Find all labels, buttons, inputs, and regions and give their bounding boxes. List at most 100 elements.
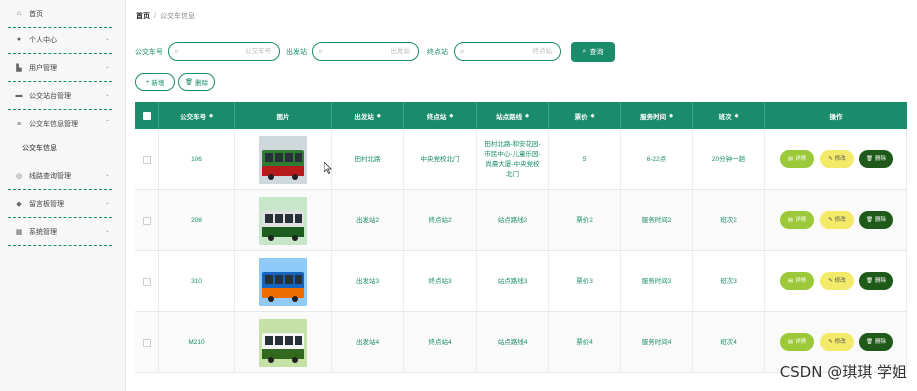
edit-button[interactable]: ✎ 修改 <box>820 150 854 168</box>
user-icon: ● <box>16 36 22 43</box>
select-all-checkbox[interactable] <box>142 111 151 120</box>
detail-button-label: 详情 <box>795 278 807 284</box>
breadcrumb-separator: / <box>154 13 156 20</box>
sort-icon: ◆ <box>376 112 381 119</box>
sort-icon: ◆ <box>590 112 595 119</box>
header-start[interactable]: 出发站 ◆ <box>332 102 404 129</box>
bus-image-cell <box>235 129 332 190</box>
settings-icon: ▦ <box>15 228 23 236</box>
sidebar-item-route-query[interactable]: ◎ 线路查询管理 ⌄ <box>8 162 112 190</box>
cell-start: 出发站4 <box>332 312 404 373</box>
search-bar: 公交车号 ⌕ 公交车号 出发站 ⌕ 出发站 终点站 ⌕ 终点站 ⌕ 查询 <box>126 41 917 63</box>
header-label: 出发站 <box>354 113 374 121</box>
detail-button-label: 详情 <box>795 217 807 223</box>
edit-button[interactable]: ✎ 修改 <box>820 272 854 290</box>
topbar: 首页 / 公交车信息 <box>126 0 917 30</box>
edit-icon: ✎ <box>828 339 833 345</box>
table-header: 公交车号 ◆ 图片 出发站 ◆ 终点站 ◆ 站点路线 ◆ 票价 ◆ 服务时间 ◆ 班次 ◆ 操… <box>135 102 907 129</box>
bus-image-cell <box>235 312 332 373</box>
add-button-label: 新增 <box>151 80 165 87</box>
cell-start: 出发站3 <box>332 251 404 312</box>
bus-number-placeholder: 公交车号 <box>245 48 271 55</box>
sidebar-item-messages[interactable]: ◆ 留言板管理 ⌄ <box>8 190 112 218</box>
header-shift[interactable]: 班次 ◆ <box>693 102 765 129</box>
detail-icon: ▤ <box>787 339 794 345</box>
sidebar-item-system[interactable]: ▦ 系统管理 ⌄ <box>8 218 112 246</box>
sidebar-item-label: 首页 <box>29 10 43 18</box>
search-button[interactable]: ⌕ 查询 <box>571 42 615 62</box>
cell-fare: 5 <box>549 129 621 190</box>
trash-icon: 🗑 <box>184 79 194 86</box>
header-fare[interactable]: 票价 ◆ <box>549 102 621 129</box>
sidebar-item-label: 留言板管理 <box>29 200 64 208</box>
batch-delete-button[interactable]: 🗑 删除 <box>178 73 215 91</box>
header-label: 公交车号 <box>180 113 207 121</box>
bus-image-cell <box>235 190 332 251</box>
delete-button[interactable]: 🗑 删除 <box>859 211 893 229</box>
header-label: 终点站 <box>426 113 447 121</box>
select-all-cell <box>135 102 159 129</box>
breadcrumb-home[interactable]: 首页 <box>136 13 150 20</box>
header-bus-number[interactable]: 公交车号 ◆ <box>159 102 235 129</box>
header-route[interactable]: 站点路线 ◆ <box>477 102 549 129</box>
row-actions-cell: ▤ 详情 ✎ 修改 🗑 删除 <box>765 129 907 190</box>
sidebar-item-users[interactable]: ▙ 用户管理 ⌄ <box>8 54 112 82</box>
row-checkbox[interactable] <box>142 155 151 164</box>
sidebar-item-bus-info[interactable]: ≡ 公交车信息管理 ⌃ <box>8 110 112 138</box>
cell-bus-no: 106 <box>159 129 235 190</box>
chevron-up-icon: ⌃ <box>104 120 110 126</box>
chat-icon: ▬ <box>15 92 23 99</box>
cell-end: 终点站2 <box>404 190 477 251</box>
edit-button[interactable]: ✎ 修改 <box>820 333 854 351</box>
delete-button[interactable]: 🗑 删除 <box>859 272 893 290</box>
delete-button[interactable]: 🗑 删除 <box>859 333 893 351</box>
bus-number-label: 公交车号 <box>135 49 163 56</box>
search-icon: ⌕ <box>174 47 179 56</box>
detail-button[interactable]: ▤ 详情 <box>780 272 814 290</box>
add-button[interactable]: + 新增 <box>135 73 175 91</box>
bus-photo[interactable] <box>259 196 307 245</box>
row-checkbox[interactable] <box>142 277 151 286</box>
sidebar-item-label: 公交站台管理 <box>29 92 71 100</box>
end-station-input[interactable]: ⌕ 终点站 <box>454 42 561 61</box>
edit-button[interactable]: ✎ 修改 <box>820 211 854 229</box>
row-checkbox[interactable] <box>142 216 151 225</box>
row-checkbox[interactable] <box>142 338 151 347</box>
list-icon: ≡ <box>16 120 22 128</box>
sidebar-item-label: 个人中心 <box>29 36 57 44</box>
bus-photo[interactable] <box>259 135 307 184</box>
trash-icon: 🗑 <box>866 217 873 223</box>
header-end[interactable]: 终点站 ◆ <box>404 102 477 129</box>
sidebar-subitem-bus-info[interactable]: 公交车信息 <box>22 143 57 153</box>
sidebar-item-profile[interactable]: ● 个人中心 ⌄ <box>8 26 112 54</box>
sidebar-item-home[interactable]: ⌂ 首页 <box>8 0 112 28</box>
header-hours[interactable]: 服务时间 ◆ <box>621 102 693 129</box>
detail-icon: ▤ <box>787 156 794 162</box>
cell-bus-no: 208 <box>159 190 235 251</box>
delete-button-label: 删除 <box>874 278 886 284</box>
detail-button[interactable]: ▤ 详情 <box>780 211 814 229</box>
header-label: 票价 <box>574 113 588 121</box>
search-icon: ⌕ <box>460 47 465 56</box>
sidebar-item-bus-stops[interactable]: ▬ 公交站台管理 ⌄ <box>8 82 112 110</box>
table-row: 106 田村北路 中央党校北门 田村北路-和安花园-市民中心-儿童乐园-尚晨大厦-中央… <box>135 129 907 190</box>
edit-icon: ✎ <box>828 217 833 223</box>
start-station-input[interactable]: ⌕ 出发站 <box>312 42 419 61</box>
bus-photo[interactable] <box>259 257 307 306</box>
header-actions: 操作 <box>765 102 907 129</box>
bus-number-input[interactable]: ⌕ 公交车号 <box>168 42 280 61</box>
detail-button[interactable]: ▤ 详情 <box>780 150 814 168</box>
cell-hours: 服务时间3 <box>621 251 693 312</box>
pin-icon: ◆ <box>16 200 22 208</box>
cell-end: 终点站4 <box>404 312 477 373</box>
search-icon: ⌕ <box>318 47 323 56</box>
table-row: 208 出发站2 终点站2 站点路线2 票价2 服务时间2 班次2 ▤ 详情 ✎ 修改 🗑 删除 <box>135 190 907 251</box>
row-actions-cell: ▤ 详情 ✎ 修改 🗑 删除 <box>765 190 907 251</box>
cell-shift: 班次3 <box>693 251 765 312</box>
detail-button[interactable]: ▤ 详情 <box>780 333 814 351</box>
cell-start: 出发站2 <box>332 190 404 251</box>
delete-button[interactable]: 🗑 删除 <box>859 150 893 168</box>
bus-photo[interactable] <box>259 318 307 367</box>
edit-button-label: 修改 <box>834 278 846 284</box>
main-content: 首页 / 公交车信息 公交车号 ⌕ 公交车号 出发站 ⌕ 出发站 终点站 ⌕ 终点站… <box>126 0 917 391</box>
